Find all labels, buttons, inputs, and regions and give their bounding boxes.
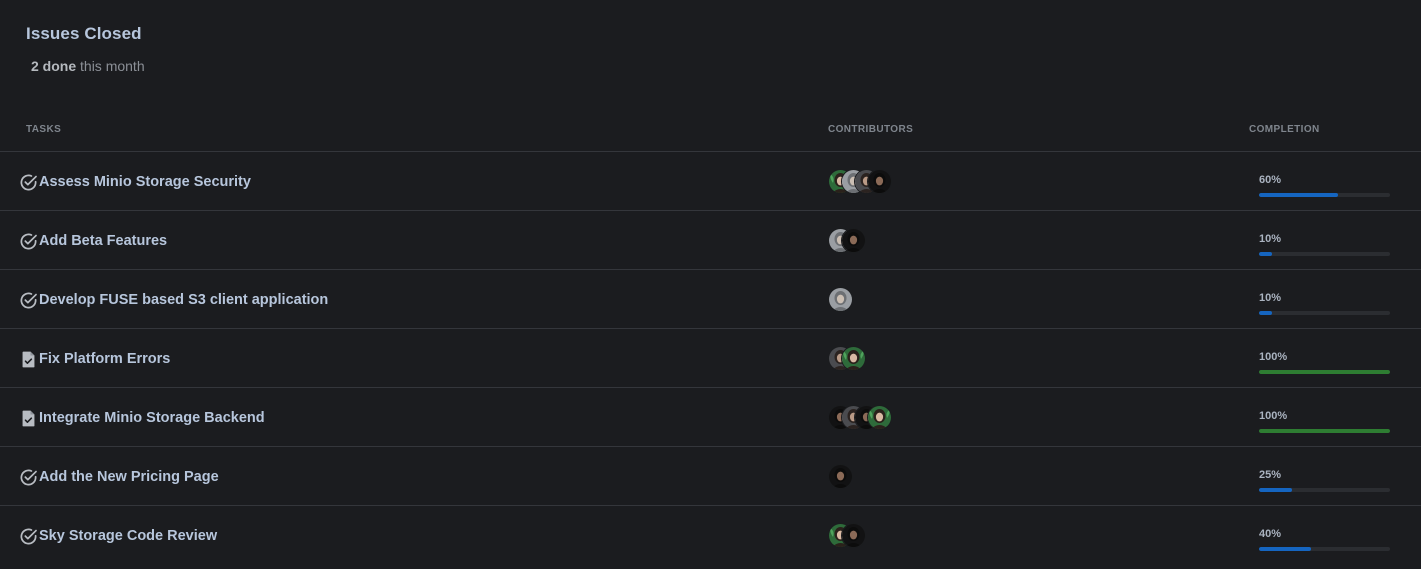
task-name[interactable]: Develop FUSE based S3 client application bbox=[39, 291, 328, 310]
completion-cell: 60% bbox=[1259, 174, 1390, 197]
task-row-integrate-minio-storage-backend[interactable]: Integrate Minio Storage Backend 100% bbox=[0, 387, 1421, 446]
task-cell: Develop FUSE based S3 client application bbox=[19, 289, 328, 311]
completion-cell: 100% bbox=[1259, 410, 1390, 433]
completion-percent: 40% bbox=[1259, 528, 1282, 540]
completion-cell: 10% bbox=[1259, 292, 1390, 315]
task-cell: Fix Platform Errors bbox=[19, 348, 170, 370]
progress-bar-fill bbox=[1259, 547, 1312, 551]
card-header: Issues Closed 2 done this month bbox=[26, 24, 145, 74]
completion-percent: 100% bbox=[1259, 410, 1288, 422]
progress-bar bbox=[1259, 547, 1390, 551]
progress-bar-fill bbox=[1259, 370, 1390, 374]
contributors-group bbox=[828, 287, 853, 312]
task-name[interactable]: Sky Storage Code Review bbox=[39, 527, 217, 546]
column-header-completion: COMPLETION bbox=[1249, 124, 1320, 135]
progress-bar bbox=[1259, 193, 1390, 197]
progress-bar-fill bbox=[1259, 488, 1292, 492]
avatar[interactable] bbox=[867, 405, 892, 430]
task-cell: Add the New Pricing Page bbox=[19, 466, 219, 488]
task-cell: Add Beta Features bbox=[19, 230, 167, 252]
completion-cell: 40% bbox=[1259, 528, 1390, 551]
task-row-assess-minio-storage-security[interactable]: Assess Minio Storage Security 60% bbox=[0, 151, 1421, 210]
column-header-contributors: CONTRIBUTORS bbox=[828, 124, 914, 135]
completion-cell: 10% bbox=[1259, 233, 1390, 256]
column-header-tasks: TASKS bbox=[26, 124, 62, 135]
progress-bar-fill bbox=[1259, 429, 1390, 433]
contributors-group bbox=[828, 228, 866, 253]
progress-bar-fill bbox=[1259, 311, 1273, 315]
check-circle-icon bbox=[19, 232, 38, 251]
completion-percent: 10% bbox=[1259, 233, 1282, 245]
contributors-group bbox=[828, 464, 853, 489]
contributors-group bbox=[828, 405, 892, 430]
card-subtitle: 2 done this month bbox=[31, 58, 145, 74]
progress-bar-fill bbox=[1259, 252, 1273, 256]
check-circle-icon bbox=[19, 527, 38, 546]
task-table: Assess Minio Storage Security 60% Add Beta… bbox=[0, 151, 1421, 564]
check-circle-icon bbox=[19, 291, 38, 310]
progress-bar bbox=[1259, 311, 1390, 315]
avatar[interactable] bbox=[841, 228, 866, 253]
task-name[interactable]: Add Beta Features bbox=[39, 232, 167, 251]
file-check-icon bbox=[19, 409, 38, 428]
progress-bar bbox=[1259, 252, 1390, 256]
check-circle-icon bbox=[19, 173, 38, 192]
progress-bar bbox=[1259, 370, 1390, 374]
progress-bar bbox=[1259, 488, 1390, 492]
file-check-icon bbox=[19, 350, 38, 369]
done-suffix: this month bbox=[76, 58, 145, 74]
avatar[interactable] bbox=[867, 169, 892, 194]
completion-cell: 25% bbox=[1259, 469, 1390, 492]
task-row-develop-fuse-based-s3-client-application[interactable]: Develop FUSE based S3 client application… bbox=[0, 269, 1421, 328]
task-cell: Integrate Minio Storage Backend bbox=[19, 407, 265, 429]
contributors-group bbox=[828, 523, 866, 548]
completion-percent: 100% bbox=[1259, 351, 1288, 363]
avatar[interactable] bbox=[828, 464, 853, 489]
avatar[interactable] bbox=[841, 346, 866, 371]
task-name[interactable]: Assess Minio Storage Security bbox=[39, 173, 251, 192]
task-name[interactable]: Add the New Pricing Page bbox=[39, 468, 219, 487]
card-title: Issues Closed bbox=[26, 24, 142, 43]
avatar[interactable] bbox=[828, 287, 853, 312]
task-row-add-the-new-pricing-page[interactable]: Add the New Pricing Page 25% bbox=[0, 446, 1421, 505]
progress-bar bbox=[1259, 429, 1390, 433]
done-count: 2 done bbox=[31, 58, 77, 74]
check-circle-icon bbox=[19, 468, 38, 487]
completion-cell: 100% bbox=[1259, 351, 1390, 374]
avatar[interactable] bbox=[841, 523, 866, 548]
contributors-group bbox=[828, 169, 892, 194]
task-row-add-beta-features[interactable]: Add Beta Features 10% bbox=[0, 210, 1421, 269]
task-name[interactable]: Fix Platform Errors bbox=[39, 350, 170, 369]
task-row-fix-platform-errors[interactable]: Fix Platform Errors 100% bbox=[0, 328, 1421, 387]
task-cell: Sky Storage Code Review bbox=[19, 525, 217, 547]
completion-percent: 10% bbox=[1259, 292, 1282, 304]
progress-bar-fill bbox=[1259, 193, 1338, 197]
task-name[interactable]: Integrate Minio Storage Backend bbox=[39, 409, 265, 428]
task-row-sky-storage-code-review[interactable]: Sky Storage Code Review 40% bbox=[0, 505, 1421, 564]
completion-percent: 25% bbox=[1259, 469, 1282, 481]
completion-percent: 60% bbox=[1259, 174, 1282, 186]
task-cell: Assess Minio Storage Security bbox=[19, 171, 251, 193]
contributors-group bbox=[828, 346, 866, 371]
